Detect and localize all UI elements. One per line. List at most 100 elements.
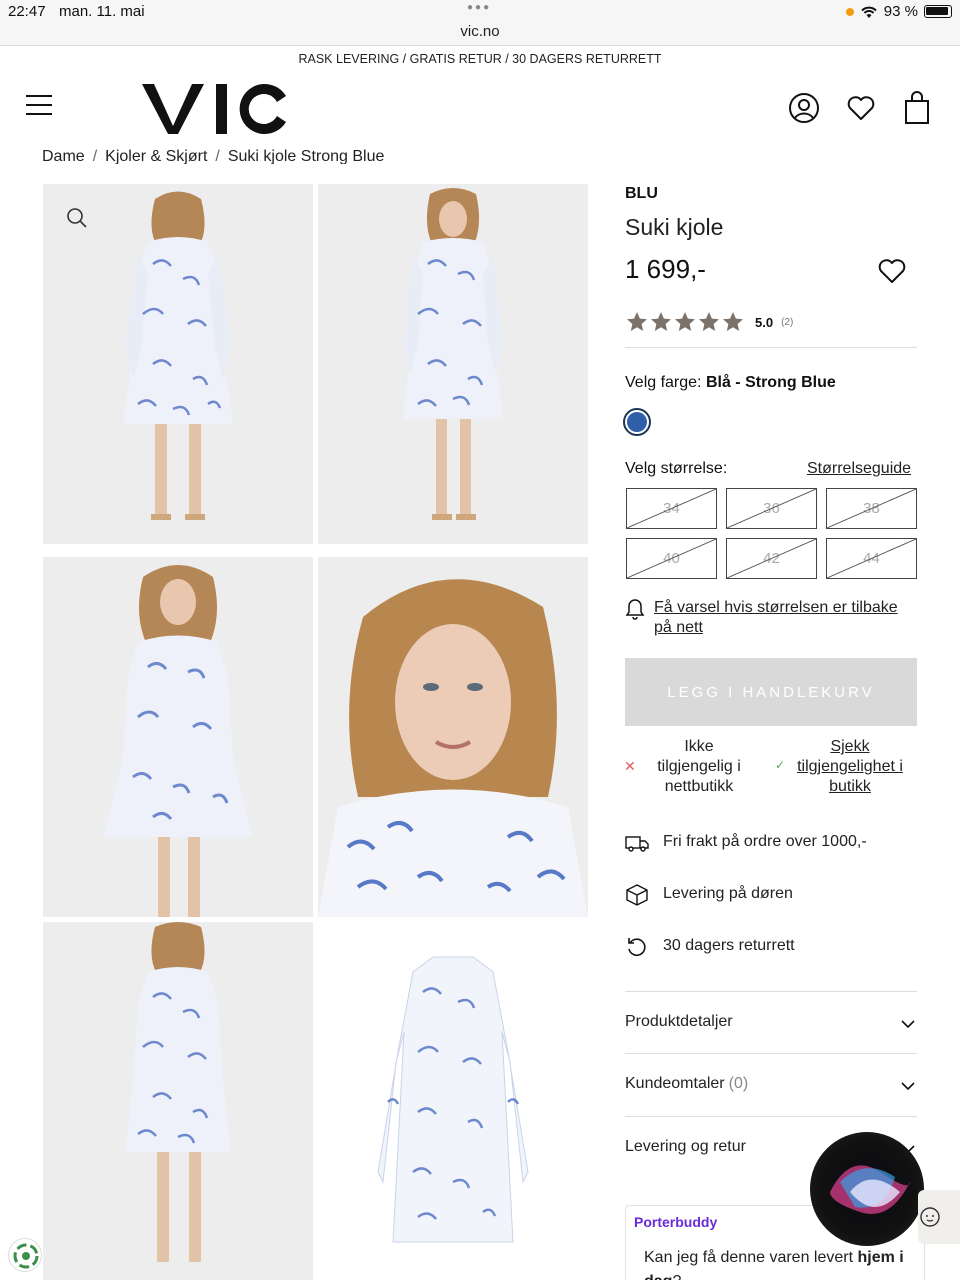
usp-door-delivery: Levering på døren <box>663 885 793 902</box>
divider <box>625 991 917 992</box>
breadcrumb-separator: / <box>92 148 98 164</box>
battery-icon <box>924 5 952 18</box>
product-image-flatlay[interactable] <box>318 922 588 1280</box>
product-image-model-smiling[interactable] <box>43 557 313 917</box>
chevron-down-icon[interactable] <box>900 1080 916 1092</box>
size-option-44[interactable]: 44 <box>826 538 917 579</box>
status-time: 22:47 <box>8 3 46 20</box>
unavailable-x-icon: ✕ <box>624 758 636 774</box>
review-count: (0) <box>728 1075 749 1092</box>
unavailable-strike <box>727 539 816 578</box>
account-icon[interactable] <box>788 92 820 124</box>
usp-return-policy: 30 dagers returrett <box>663 937 795 954</box>
recycle-icon <box>13 1243 39 1269</box>
color-label-text: Velg farge: <box>625 374 702 391</box>
siri-orb[interactable] <box>810 1132 924 1246</box>
bell-icon <box>625 599 645 620</box>
dress-flatlay-illustration <box>377 956 529 1243</box>
breadcrumb-separator: / <box>215 148 220 164</box>
wishlist-heart-icon[interactable] <box>845 92 877 124</box>
color-label: Velg farge: Blå - Strong Blue <box>625 374 836 392</box>
swatch-fill <box>627 412 647 432</box>
unavailable-strike <box>727 489 816 528</box>
available-check-icon: ✓ <box>775 758 786 772</box>
size-option-34[interactable]: 34 <box>626 488 717 529</box>
star-icon <box>699 312 719 331</box>
product-image-front[interactable] <box>318 184 588 544</box>
ios-status-bar: 22:47 man. 11. mai ●●● vic.no 93 % <box>0 0 960 46</box>
divider <box>625 347 917 348</box>
cart-bag-icon[interactable] <box>901 90 933 126</box>
size-option-40[interactable]: 40 <box>626 538 717 579</box>
back-in-stock-notify-link[interactable]: Få varsel hvis størrelsen er tilbake på … <box>654 598 914 638</box>
unavailable-strike <box>627 539 716 578</box>
selected-color: Blå - Strong Blue <box>705 374 836 391</box>
promo-banner: RASK LEVERING / GRATIS RETUR / 30 DAGERS… <box>298 52 662 66</box>
accordion-label: Produktdetaljer <box>625 1013 733 1030</box>
chat-agent-icon <box>920 1207 940 1227</box>
vic-logo[interactable] <box>140 76 290 140</box>
size-option-42[interactable]: 42 <box>726 538 817 579</box>
size-label: Velg størrelse: <box>625 460 728 477</box>
battery-percent: 93 % <box>883 3 918 20</box>
truck-icon <box>625 836 649 852</box>
accordion-product-details[interactable]: Produktdetaljer <box>625 1013 733 1031</box>
porterbuddy-text-b: ? <box>672 1273 681 1280</box>
dress-model-illustration <box>103 565 253 917</box>
star-icon <box>675 312 695 331</box>
status-indicators: 93 % <box>845 3 952 20</box>
add-to-cart-button[interactable]: LEGG I HANDLEKURV <box>625 658 917 726</box>
product-brand[interactable]: BLU <box>625 185 658 203</box>
breadcrumb-item-kjoler[interactable]: Kjoler & Skjørt <box>105 148 207 164</box>
product-image-closeup[interactable] <box>318 557 588 917</box>
address-bar-url[interactable]: vic.no <box>0 23 960 40</box>
dress-back-2-illustration <box>125 922 231 1262</box>
unavailable-strike <box>827 539 916 578</box>
rating-value: 5.0 <box>755 314 774 330</box>
accordion-label: Levering og retur <box>625 1138 746 1155</box>
breadcrumb-item-dame[interactable]: Dame <box>42 148 85 164</box>
chat-support-tab[interactable] <box>918 1190 960 1244</box>
divider <box>625 1053 917 1054</box>
star-icon <box>723 312 743 331</box>
product-price: 1 699,- <box>625 254 706 284</box>
accordion-delivery-returns[interactable]: Levering og retur <box>625 1138 746 1156</box>
return-icon <box>628 938 646 956</box>
product-image-back-2[interactable] <box>43 922 313 1280</box>
wifi-icon <box>861 6 877 18</box>
porterbuddy-logo: Porterbuddy <box>634 1214 718 1230</box>
breadcrumb: Dame / Kjoler & Skjørt / Suki kjole Strong B… <box>42 146 384 164</box>
color-swatch-strong-blue[interactable] <box>623 408 651 436</box>
status-date: man. 11. mai <box>59 3 145 20</box>
menu-icon[interactable] <box>26 95 52 117</box>
add-to-wishlist-heart-icon[interactable] <box>876 255 908 287</box>
model-closeup-illustration <box>318 579 588 917</box>
breadcrumb-item-current: Suki kjole Strong Blue <box>227 148 385 164</box>
product-image-back[interactable] <box>43 184 313 544</box>
usp-free-shipping: Fri frakt på ordre over 1000,- <box>663 833 867 850</box>
rating-count: (2) <box>781 316 794 328</box>
size-option-38[interactable]: 38 <box>826 488 917 529</box>
size-guide-link[interactable]: Størrelseguide <box>807 460 911 478</box>
online-availability-status: Ikke tilgjengelig i nettbutikk <box>657 738 741 795</box>
unavailable-strike <box>827 489 916 528</box>
package-icon <box>626 884 648 906</box>
rating-stars[interactable]: 5.0 (2) <box>625 310 793 334</box>
star-icon <box>651 312 671 331</box>
product-name: Suki kjole <box>625 214 724 240</box>
star-icon <box>627 312 647 331</box>
eco-badge[interactable] <box>8 1238 42 1272</box>
check-store-availability-link[interactable]: Sjekk tilgjengelighet i butikk <box>790 737 910 797</box>
dress-back-illustration <box>123 191 233 520</box>
porterbuddy-question: Kan jeg få denne varen levert hjem i dag… <box>644 1246 914 1280</box>
porterbuddy-text-a: Kan jeg få denne varen levert <box>644 1249 858 1266</box>
chevron-down-icon[interactable] <box>900 1018 916 1030</box>
siri-waves-icon <box>830 1165 910 1214</box>
dress-front-illustration <box>403 188 503 520</box>
mic-indicator-icon <box>845 7 854 16</box>
size-option-36[interactable]: 36 <box>726 488 817 529</box>
zoom-icon[interactable] <box>65 206 89 230</box>
divider <box>625 1116 917 1117</box>
accordion-customer-reviews[interactable]: Kundeomtaler (0) <box>625 1075 748 1093</box>
tab-overview-dots[interactable]: ●●● <box>467 2 491 13</box>
